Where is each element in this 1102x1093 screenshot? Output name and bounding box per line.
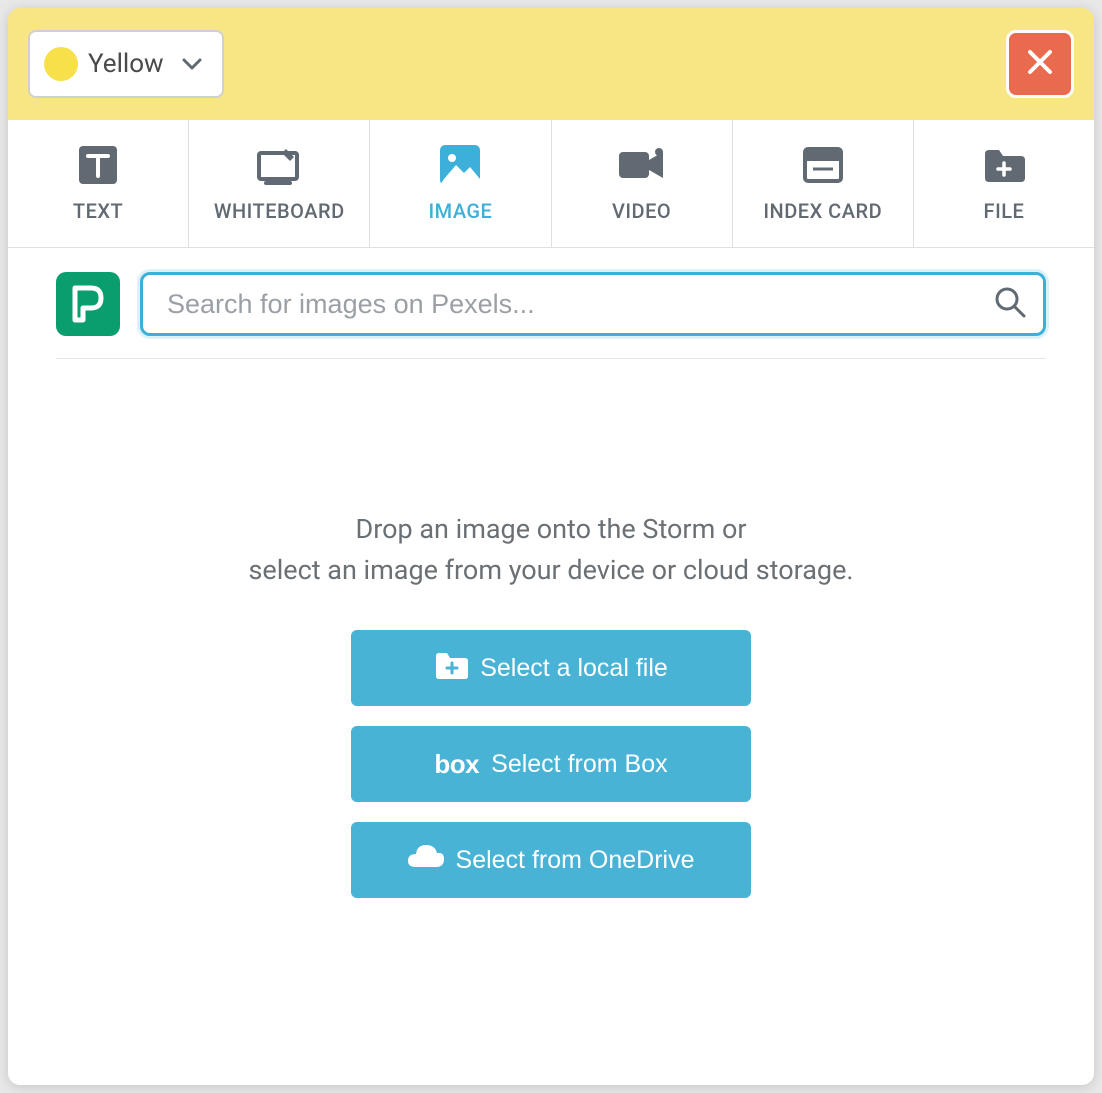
search-icon[interactable] (994, 286, 1026, 322)
chevron-down-icon (182, 55, 202, 74)
whiteboard-icon (256, 145, 302, 185)
video-icon (619, 145, 665, 185)
pexels-search-input[interactable] (140, 272, 1046, 336)
tab-text[interactable]: TEXT (8, 120, 189, 247)
tab-file[interactable]: FILE (914, 120, 1094, 247)
instruction-line: select an image from your device or clou… (248, 550, 853, 591)
tab-whiteboard[interactable]: WHITEBOARD (189, 120, 370, 247)
content-type-tabs: TEXT WHITEBOARD IMAGE VIDEO INDEX CARD (8, 120, 1094, 248)
add-content-modal: Yellow TEXT WHITEBOARD (8, 8, 1094, 1085)
tab-label: TEXT (73, 199, 123, 223)
tab-index-card[interactable]: INDEX CARD (733, 120, 914, 247)
button-label: Select from Box (491, 750, 667, 779)
text-icon (79, 145, 117, 185)
close-button[interactable] (1006, 30, 1074, 98)
color-swatch (44, 47, 78, 81)
tab-label: WHITEBOARD (214, 199, 345, 223)
folder-plus-icon (434, 651, 468, 686)
modal-header: Yellow (8, 8, 1094, 120)
instruction-line: Drop an image onto the Storm or (248, 509, 853, 550)
image-icon (440, 145, 480, 185)
image-dropzone[interactable]: Drop an image onto the Storm or select a… (8, 359, 1094, 1085)
tab-label: VIDEO (612, 199, 671, 223)
button-label: Select a local file (480, 654, 668, 683)
search-wrap (140, 272, 1046, 336)
folder-plus-icon (983, 145, 1025, 185)
select-local-file-button[interactable]: Select a local file (351, 630, 751, 706)
tab-label: FILE (984, 199, 1025, 223)
instructions: Drop an image onto the Storm or select a… (248, 509, 853, 590)
tab-image[interactable]: IMAGE (370, 120, 551, 247)
color-dropdown[interactable]: Yellow (28, 30, 224, 98)
button-label: Select from OneDrive (456, 846, 695, 875)
box-logo: box (434, 749, 479, 780)
cloud-icon (408, 845, 444, 876)
tab-label: IMAGE (428, 199, 492, 223)
index-card-icon (803, 145, 843, 185)
tab-video[interactable]: VIDEO (552, 120, 733, 247)
select-from-box-button[interactable]: box Select from Box (351, 726, 751, 802)
tab-label: INDEX CARD (763, 199, 882, 223)
pexels-logo (56, 272, 120, 336)
select-from-onedrive-button[interactable]: Select from OneDrive (351, 822, 751, 898)
color-label: Yellow (88, 49, 164, 79)
close-icon (1025, 47, 1055, 81)
search-row (8, 248, 1094, 336)
